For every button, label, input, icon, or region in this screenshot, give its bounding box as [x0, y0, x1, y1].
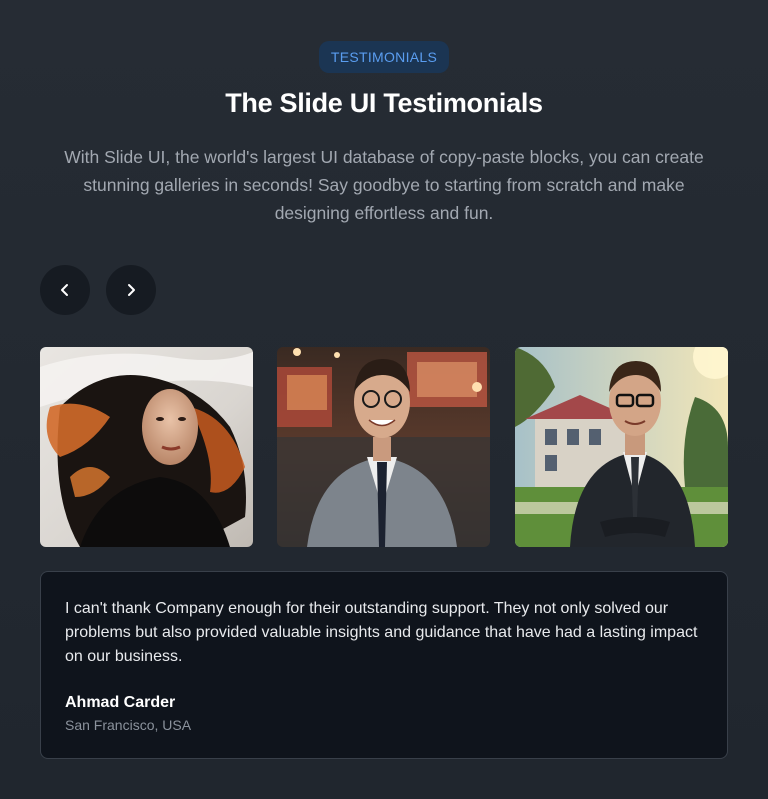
chevron-right-icon — [128, 284, 135, 296]
previous-button[interactable] — [40, 265, 90, 315]
testimonial-quote: I can't thank Company enough for their o… — [65, 600, 698, 665]
portrait-image — [40, 347, 253, 547]
testimonial-photo-3[interactable] — [515, 347, 728, 547]
testimonial-photo-1[interactable] — [40, 347, 253, 547]
testimonials-section: TESTIMONIALS The Slide UI Testimonials W… — [0, 0, 768, 799]
next-button[interactable] — [106, 265, 156, 315]
section-badge: TESTIMONIALS — [319, 41, 449, 73]
testimonial-card: I can't thank Company enough for their o… — [40, 571, 728, 759]
portrait-image — [515, 347, 728, 547]
section-title: The Slide UI Testimonials — [225, 88, 543, 118]
chevron-left-icon — [61, 284, 68, 296]
author-location: San Francisco, USA — [65, 717, 192, 733]
testimonial-photo-2[interactable] — [277, 347, 490, 547]
section-description: With Slide UI, the world's largest UI da… — [64, 147, 704, 223]
author-name: Ahmad Carder — [65, 694, 176, 711]
portrait-image — [277, 347, 490, 547]
